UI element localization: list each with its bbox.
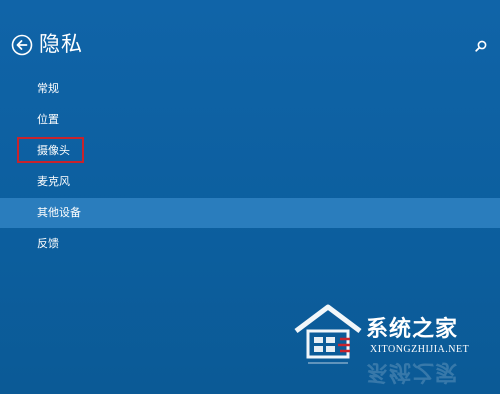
- nav-item-label: 位置: [37, 113, 59, 126]
- back-button[interactable]: [11, 34, 33, 56]
- nav-item-feedback[interactable]: 反馈: [0, 229, 500, 259]
- nav-item-label: 常规: [37, 82, 59, 95]
- nav-item-other-devices[interactable]: 其他设备: [0, 198, 500, 228]
- page-header: 隐私: [0, 26, 500, 62]
- nav-item-camera[interactable]: 摄像头: [0, 136, 500, 166]
- nav-item-label: 麦克风: [37, 175, 70, 188]
- watermark: 系统之家 XITONGZHIJIA.NET 系统之家: [288, 301, 500, 394]
- watermark-url: XITONGZHIJIA.NET: [370, 344, 470, 355]
- back-arrow-icon: [11, 34, 33, 56]
- nav-item-label: 其他设备: [37, 206, 81, 219]
- search-icon: [475, 40, 487, 52]
- nav-item-general[interactable]: 常规: [0, 74, 500, 104]
- search-button[interactable]: [474, 39, 488, 53]
- nav-item-label: 摄像头: [37, 144, 70, 157]
- house-logo-icon: [294, 304, 362, 364]
- nav-item-label: 反馈: [37, 237, 59, 250]
- watermark-brand: 系统之家: [366, 316, 459, 342]
- nav-item-microphone[interactable]: 麦克风: [0, 167, 500, 197]
- settings-screen: 隐私 常规 位置 摄像头 麦克风 其他设备 反馈 系统之家 XITONGZHIJ…: [0, 0, 500, 394]
- watermark-reflection: 系统之家: [366, 359, 459, 385]
- page-title: 隐私: [39, 32, 83, 56]
- nav-item-location[interactable]: 位置: [0, 105, 500, 135]
